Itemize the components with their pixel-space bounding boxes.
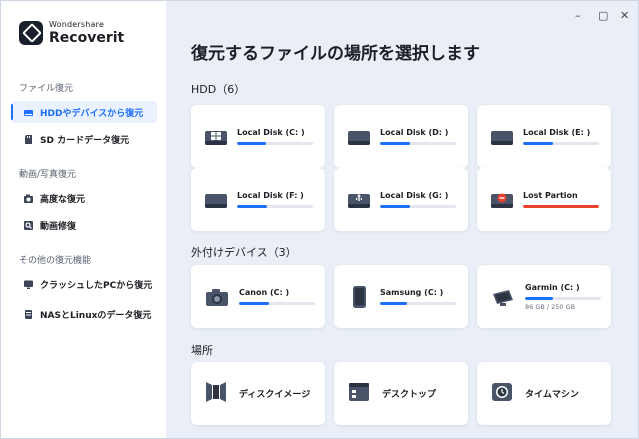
drive-name: Local Disk (C: ) — [237, 128, 305, 137]
drive-usage-fill — [237, 142, 266, 145]
device-usage-bar — [239, 302, 315, 305]
drive-name: Local Disk (G: ) — [380, 191, 449, 200]
sidebar-item-crashed-pc[interactable]: クラッシュしたPCから復元 — [11, 273, 157, 295]
drive-usage-fill — [380, 142, 411, 145]
section-title-media-recovery: 動画/写真復元 — [19, 170, 77, 180]
device-usage-fill — [380, 302, 408, 305]
nas-icon — [23, 309, 34, 320]
sidebar-item-label: HDDやデバイスから復元 — [40, 108, 144, 119]
drive-usage-fill — [380, 205, 411, 208]
external-group-title: 外付けデバイス（3） — [191, 246, 297, 259]
external-card-garmin[interactable]: Garmin (C: ) 86 GB / 250 GB — [477, 265, 611, 328]
drive-name: Local Disk (D: ) — [380, 128, 449, 137]
sidebar-item-label: クラッシュしたPCから復元 — [40, 280, 153, 291]
lost-partition-icon — [491, 191, 513, 209]
drive-card-e[interactable]: Local Disk (E: ) — [477, 105, 611, 168]
sidebar-item-nas-linux[interactable]: NASとLinuxのデータ復元 — [11, 303, 157, 325]
location-card-desktop[interactable]: デスクトップ — [334, 362, 468, 425]
monitor-icon — [23, 279, 34, 290]
location-name: デスクトップ — [382, 390, 437, 400]
drive-usage-bar — [523, 205, 599, 208]
drive-usage-bar — [237, 205, 313, 208]
video-repair-icon — [23, 220, 34, 231]
disk-image-icon — [205, 380, 227, 408]
drive-icon — [491, 128, 513, 146]
device-capacity: 86 GB / 250 GB — [525, 302, 576, 311]
drive-card-c[interactable]: Local Disk (C: ) — [191, 105, 325, 168]
drive-usage-fill — [523, 205, 599, 208]
device-usage-fill — [525, 296, 554, 300]
drive-name: Lost Partion — [523, 191, 578, 200]
brand-name: Recoverit — [49, 30, 125, 46]
drive-usage-fill — [523, 142, 554, 145]
locations-group-title: 場所 — [191, 344, 213, 357]
brand-logo: Wondershare Recoverit — [19, 21, 124, 45]
page-title: 復元するファイルの場所を選択します — [191, 44, 480, 64]
sd-card-icon — [23, 134, 34, 145]
sidebar: Wondershare Recoverit ファイル復元 HDDやデバイスから復… — [1, 1, 166, 438]
sidebar-item-advanced-recovery[interactable]: 高度な復元 — [11, 187, 157, 209]
device-usage-bar — [380, 302, 456, 305]
device-name: Samsung (C: ) — [380, 288, 444, 297]
usb-drive-icon — [348, 191, 370, 209]
drive-name: Local Disk (E: ) — [523, 128, 591, 137]
desktop-icon — [348, 381, 370, 407]
camera-device-icon — [205, 286, 229, 308]
drive-usage-bar — [380, 142, 456, 145]
app-window: Wondershare Recoverit ファイル復元 HDDやデバイスから復… — [0, 0, 639, 439]
device-name: Garmin (C: ) — [525, 282, 580, 292]
maximize-button[interactable]: ▢ — [598, 9, 608, 22]
drive-card-f[interactable]: Local Disk (F: ) — [191, 168, 325, 231]
sidebar-item-video-repair[interactable]: 動画修復 — [11, 214, 157, 236]
drive-card-d[interactable]: Local Disk (D: ) — [334, 105, 468, 168]
minimize-button[interactable]: – — [575, 9, 581, 22]
windows-drive-icon — [205, 128, 227, 146]
device-usage-fill — [239, 302, 270, 305]
drive-usage-bar — [380, 205, 456, 208]
drive-icon — [205, 191, 227, 209]
sidebar-item-hdd-recovery[interactable]: HDDやデバイスから復元 — [11, 101, 157, 123]
gps-device-icon — [491, 286, 515, 308]
device-name: Canon (C: ) — [239, 288, 290, 297]
section-title-other-recovery: その他の復元機能 — [19, 256, 92, 266]
location-name: ディスクイメージ — [239, 390, 311, 400]
sidebar-item-sd-card[interactable]: SD カードデータ復元 — [11, 128, 157, 150]
sidebar-item-label: NASとLinuxのデータ復元 — [40, 310, 152, 321]
drive-usage-bar — [523, 142, 599, 145]
drive-card-lost-partition[interactable]: Lost Partion — [477, 168, 611, 231]
brand-company: Wondershare — [49, 20, 105, 29]
location-card-disk-image[interactable]: ディスクイメージ — [191, 362, 325, 425]
close-button[interactable]: ✕ — [620, 9, 629, 22]
camera-icon — [23, 193, 34, 204]
sidebar-item-label: 高度な復元 — [40, 194, 86, 205]
drive-usage-fill — [237, 205, 268, 208]
location-card-time-machine[interactable]: タイムマシン — [477, 362, 611, 425]
device-usage-bar — [525, 296, 601, 300]
time-machine-icon — [491, 381, 513, 407]
external-card-canon[interactable]: Canon (C: ) — [191, 265, 325, 328]
phone-icon — [348, 285, 370, 309]
drive-usage-bar — [237, 142, 313, 145]
sidebar-item-label: SD カードデータ復元 — [40, 135, 130, 146]
external-card-samsung[interactable]: Samsung (C: ) — [334, 265, 468, 328]
drive-card-g[interactable]: Local Disk (G: ) — [334, 168, 468, 231]
drive-icon — [348, 128, 370, 146]
recoverit-logo-icon — [19, 21, 43, 45]
sidebar-item-label: 動画修復 — [40, 221, 77, 232]
location-name: タイムマシン — [525, 390, 579, 400]
hdd-group-title: HDD（6） — [191, 83, 246, 96]
drive-name: Local Disk (F: ) — [237, 191, 304, 200]
hdd-icon — [23, 107, 34, 118]
section-title-file-recovery: ファイル復元 — [19, 84, 74, 94]
